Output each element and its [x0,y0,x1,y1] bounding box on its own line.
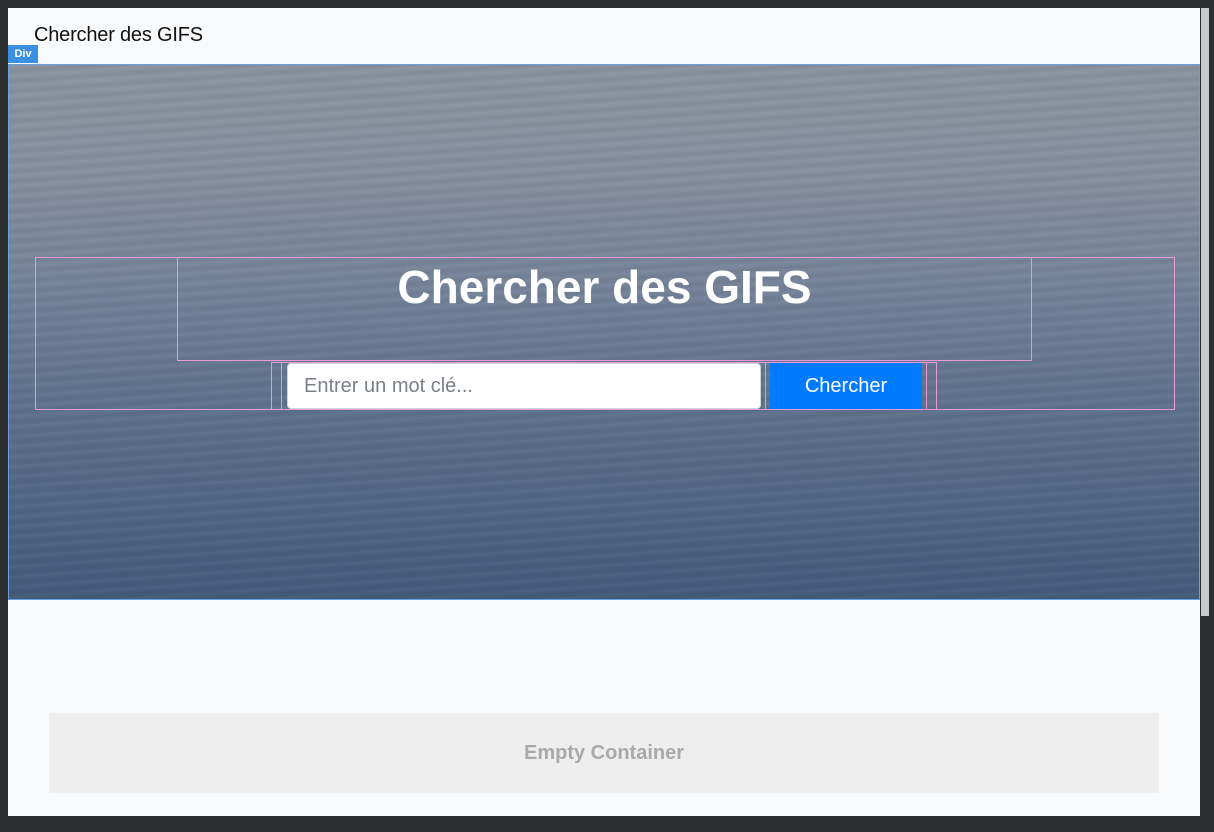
hero-section[interactable]: Chercher des GIFS Chercher [8,64,1200,600]
navbar-title[interactable]: Chercher des GIFS [34,24,203,47]
selected-element-badge: Div [8,45,38,63]
scrollbar-thumb[interactable] [1201,8,1209,616]
hero-heading: Chercher des GIFS [397,261,812,313]
page-canvas: Chercher des GIFS Div Chercher des GIFS … [8,8,1200,816]
search-input[interactable] [287,363,761,409]
empty-container-label: Empty Container [523,741,685,764]
empty-container: Empty Container [49,713,1159,793]
search-button[interactable]: Chercher [770,363,922,409]
